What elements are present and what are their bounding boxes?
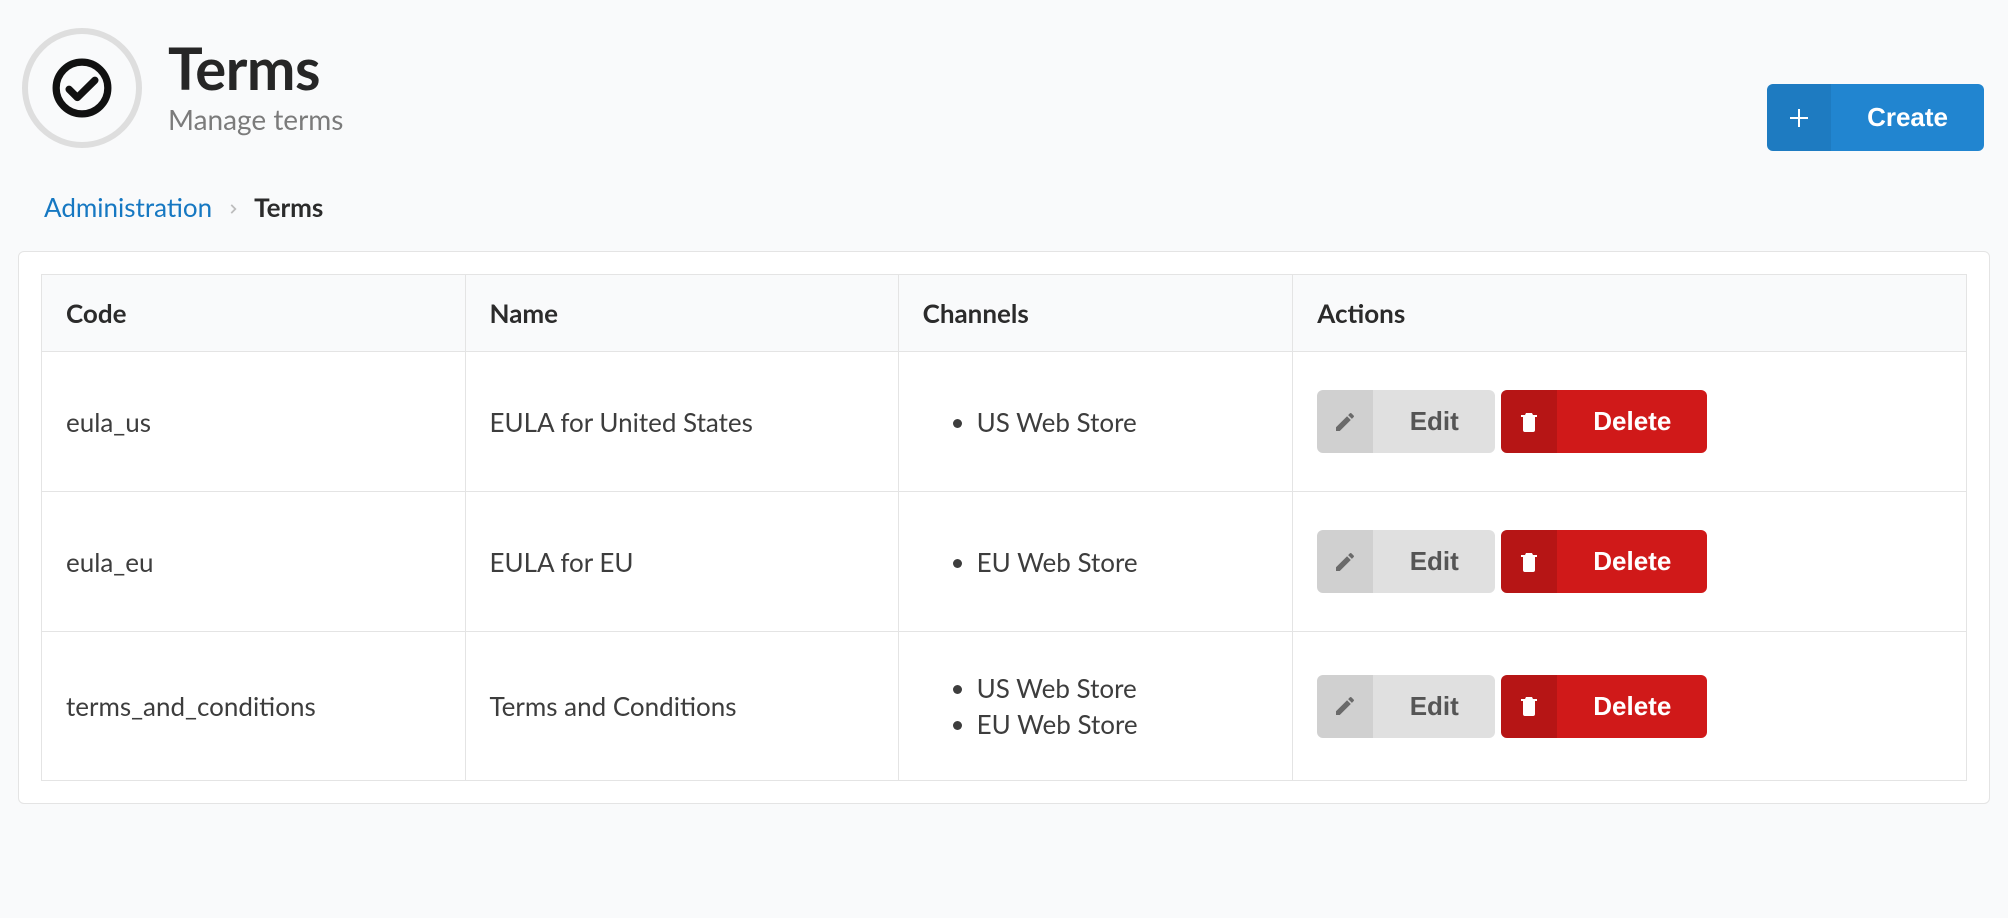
edit-button[interactable]: Edit xyxy=(1317,530,1495,593)
delete-button[interactable]: Delete xyxy=(1501,390,1707,453)
col-header-name: Name xyxy=(465,275,898,352)
cell-actions: Edit Delete xyxy=(1293,492,1967,632)
cell-name: EULA for United States xyxy=(465,352,898,492)
page-header: Terms Manage terms Create xyxy=(18,24,1990,151)
table-row: terms_and_conditionsTerms and Conditions… xyxy=(42,632,1967,781)
channel-item: EU Web Store xyxy=(977,706,1269,742)
breadcrumb: Administration Terms xyxy=(18,191,1990,223)
header-left: Terms Manage terms xyxy=(22,28,343,148)
edit-button-label: Edit xyxy=(1373,530,1495,593)
cell-actions: Edit Delete xyxy=(1293,352,1967,492)
cell-channels: US Web StoreEU Web Store xyxy=(898,632,1293,781)
pencil-icon xyxy=(1317,675,1373,738)
cell-channels: EU Web Store xyxy=(898,492,1293,632)
breadcrumb-root-link[interactable]: Administration xyxy=(44,191,212,223)
cell-channels: US Web Store xyxy=(898,352,1293,492)
cell-code: terms_and_conditions xyxy=(42,632,466,781)
cell-name: Terms and Conditions xyxy=(465,632,898,781)
cell-actions: Edit Delete xyxy=(1293,632,1967,781)
channel-item: US Web Store xyxy=(977,670,1269,706)
cell-code: eula_eu xyxy=(42,492,466,632)
cell-name: EULA for EU xyxy=(465,492,898,632)
col-header-code: Code xyxy=(42,275,466,352)
channel-item: EU Web Store xyxy=(977,544,1269,580)
table-row: eula_euEULA for EU EU Web Store Edit Delete xyxy=(42,492,1967,632)
checkmark-circle-icon xyxy=(22,28,142,148)
edit-button[interactable]: Edit xyxy=(1317,675,1495,738)
create-button[interactable]: Create xyxy=(1767,84,1984,151)
table-row: eula_usEULA for United States US Web Stor… xyxy=(42,352,1967,492)
chevron-right-icon xyxy=(226,194,240,221)
edit-button-label: Edit xyxy=(1373,390,1495,453)
page-title: Terms xyxy=(168,39,343,100)
channel-item: US Web Store xyxy=(977,404,1269,440)
col-header-actions: Actions xyxy=(1293,275,1967,352)
terms-table-card: Code Name Channels Actions eula_usEULA f… xyxy=(18,251,1990,804)
breadcrumb-current: Terms xyxy=(254,191,323,223)
pencil-icon xyxy=(1317,530,1373,593)
header-titles: Terms Manage terms xyxy=(168,39,343,136)
trash-icon xyxy=(1501,390,1557,453)
plus-icon xyxy=(1767,84,1831,151)
edit-button-label: Edit xyxy=(1373,675,1495,738)
delete-button-label: Delete xyxy=(1557,675,1707,738)
page-subtitle: Manage terms xyxy=(168,102,343,136)
pencil-icon xyxy=(1317,390,1373,453)
edit-button[interactable]: Edit xyxy=(1317,390,1495,453)
terms-table: Code Name Channels Actions eula_usEULA f… xyxy=(41,274,1967,781)
col-header-channels: Channels xyxy=(898,275,1293,352)
delete-button[interactable]: Delete xyxy=(1501,530,1707,593)
delete-button-label: Delete xyxy=(1557,530,1707,593)
trash-icon xyxy=(1501,530,1557,593)
table-header-row: Code Name Channels Actions xyxy=(42,275,1967,352)
create-button-label: Create xyxy=(1831,84,1984,151)
cell-code: eula_us xyxy=(42,352,466,492)
delete-button-label: Delete xyxy=(1557,390,1707,453)
delete-button[interactable]: Delete xyxy=(1501,675,1707,738)
trash-icon xyxy=(1501,675,1557,738)
